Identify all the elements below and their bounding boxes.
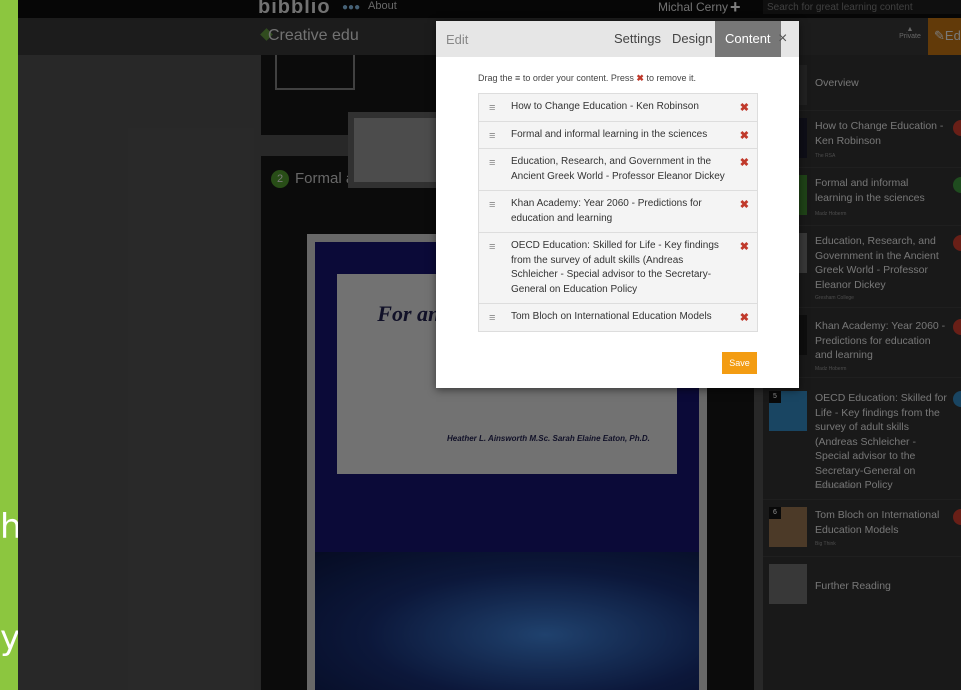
list-item[interactable]: ≡ How to Change Education - Ken Robinson… [478,93,758,121]
remove-icon[interactable]: ✖ [740,129,749,144]
list-item-label: How to Change Education - Ken Robinson [511,101,699,112]
drag-handle-icon[interactable]: ≡ [489,101,495,116]
remove-icon[interactable]: ✖ [740,311,749,326]
list-item[interactable]: ≡ Education, Research, and Government in… [478,148,758,190]
modal-title: Edit [446,32,469,47]
list-item[interactable]: ≡ Khan Academy: Year 2060 - Predictions … [478,190,758,232]
content-order-list: ≡ How to Change Education - Ken Robinson… [478,93,758,332]
drag-handle-icon[interactable]: ≡ [489,156,495,171]
list-item-label: OECD Education: Skilled for Life - Key f… [511,240,719,295]
remove-icon[interactable]: ✖ [740,198,749,213]
list-item-label: Education, Research, and Government in t… [511,156,725,182]
drag-handle-icon[interactable]: ≡ [489,311,495,326]
modal-header: Edit Settings Design Content × [436,21,799,57]
drag-handle-icon: ≡ [515,73,521,83]
tab-settings[interactable]: Settings [614,21,661,57]
list-item-label: Tom Bloch on International Education Mod… [511,311,712,322]
list-item-label: Formal and informal learning in the scie… [511,128,708,140]
content-modal: Edit Settings Design Content × Drag the … [436,21,799,388]
close-icon[interactable]: × [778,30,787,48]
tab-design[interactable]: Design [672,21,712,57]
remove-icon[interactable]: ✖ [740,240,749,255]
slide-green-strip [0,0,18,690]
modal-instructions: Drag the ≡ to order your content. Press … [478,73,696,83]
remove-icon: ✖ [636,73,644,83]
list-item-label: Khan Academy: Year 2060 - Predictions fo… [511,198,702,224]
remove-icon[interactable]: ✖ [740,101,749,116]
remove-icon[interactable]: ✖ [740,156,749,171]
drag-handle-icon[interactable]: ≡ [489,129,495,144]
save-button[interactable]: Save [722,352,757,374]
list-item[interactable]: ≡ Tom Bloch on International Education M… [478,303,758,332]
drag-handle-icon[interactable]: ≡ [489,240,495,255]
drag-handle-icon[interactable]: ≡ [489,198,495,213]
list-item[interactable]: ≡ OECD Education: Skilled for Life - Key… [478,232,758,303]
tab-content[interactable]: Content [715,21,781,57]
list-item[interactable]: ≡ Formal and informal learning in the sc… [478,120,758,148]
